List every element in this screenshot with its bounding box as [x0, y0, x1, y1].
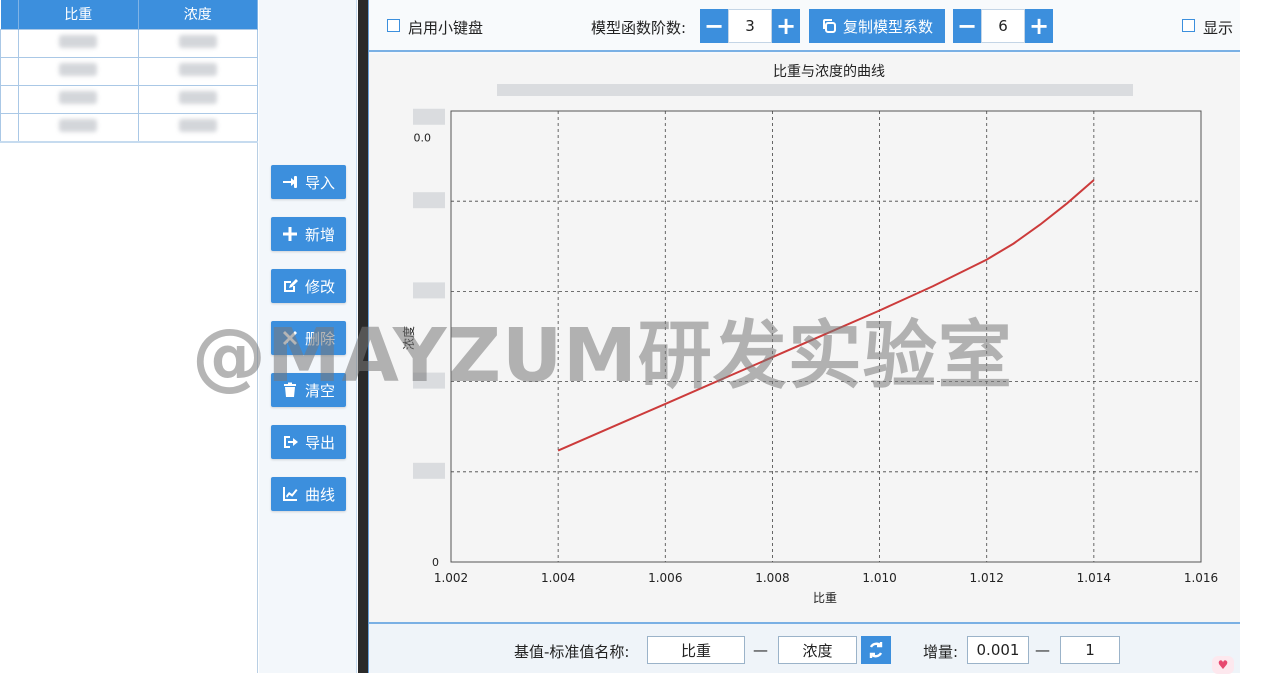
- import-button[interactable]: 导入: [271, 165, 346, 199]
- column-header-specific-gravity[interactable]: 比重: [18, 0, 139, 29]
- plot-area: [450, 110, 1202, 563]
- close-icon: [282, 331, 297, 345]
- dash-separator-2: —: [1035, 641, 1050, 659]
- edit-button[interactable]: 修改: [271, 269, 346, 303]
- table-row[interactable]: [0, 84, 258, 114]
- concentration-chart[interactable]: 比重与浓度的曲线 1.002 1.004 1.006 1.008 1.010 1.012 1…: [369, 54, 1241, 622]
- edit-button-label: 修改: [304, 277, 335, 296]
- model-order-label: 模型函数阶数:: [591, 19, 687, 37]
- clear-button[interactable]: 清空: [271, 373, 346, 407]
- x-axis-ticks: 1.002 1.004 1.006 1.008 1.010 1.012 1.014 1.016: [434, 571, 1218, 585]
- table-row[interactable]: [0, 56, 258, 86]
- trash-icon: [283, 382, 296, 397]
- column-header-concentration[interactable]: 浓度: [138, 0, 258, 29]
- redacted-y-tick: [413, 462, 445, 479]
- x-tick-label: 1.012: [970, 571, 1004, 585]
- redacted-y-tick: [413, 282, 445, 299]
- copy-coefficients-label: 复制模型系数: [842, 17, 933, 36]
- x-tick-label: 1.002: [434, 571, 468, 585]
- precision-decrement-button[interactable]: −: [953, 9, 981, 43]
- redacted-cell: [59, 35, 98, 48]
- import-button-label: 导入: [304, 173, 335, 192]
- swap-button[interactable]: [861, 636, 891, 664]
- redacted-subtitle: [497, 84, 1133, 96]
- curve-button-label: 曲线: [304, 485, 335, 504]
- chart-panel: 启用小键盘 模型函数阶数: − 3 + 复制模型系数 − 6 + 显示 比重与浓…: [368, 0, 1241, 673]
- show-label: 显示: [1203, 19, 1234, 37]
- redacted-cell: [59, 63, 98, 76]
- increment-label: 增量:: [923, 643, 959, 661]
- table-row[interactable]: [0, 28, 258, 58]
- redacted-y-tick: [413, 192, 445, 209]
- add-button[interactable]: 新增: [271, 217, 346, 251]
- line-chart-icon: [282, 487, 298, 501]
- delete-button[interactable]: 删除: [271, 321, 346, 355]
- x-tick-label: 1.008: [755, 571, 789, 585]
- redacted-cell: [178, 91, 217, 104]
- y-axis-label: 浓度: [401, 326, 416, 350]
- export-icon: [283, 436, 298, 448]
- action-button-column: 导入 新增 修改 删除 清空 导出 曲线: [259, 0, 357, 673]
- standard-name-label: 基值-标准值名称:: [514, 643, 630, 661]
- import-icon: [282, 176, 297, 188]
- precision-value-field[interactable]: 6: [981, 9, 1025, 43]
- add-button-label: 新增: [304, 225, 335, 244]
- x-tick-label: 1.006: [648, 571, 682, 585]
- precision-increment-button[interactable]: +: [1025, 9, 1053, 43]
- chart-title: 比重与浓度的曲线: [773, 64, 885, 80]
- redacted-y-tick: [413, 108, 445, 125]
- base-name-field[interactable]: 比重: [647, 636, 745, 664]
- row-header-corner: [0, 0, 19, 29]
- y-tick-label: 0: [432, 556, 439, 569]
- x-axis-label: 比重: [813, 591, 837, 605]
- chart-area: 比重与浓度的曲线 1.002 1.004 1.006 1.008 1.010 1.012 1…: [369, 54, 1241, 622]
- plus-icon: [282, 227, 297, 241]
- order-value-field[interactable]: 3: [728, 9, 772, 43]
- dash-separator: —: [753, 641, 768, 659]
- export-button-label: 导出: [304, 433, 335, 452]
- x-tick-label: 1.014: [1077, 571, 1111, 585]
- panel-splitter[interactable]: [358, 0, 368, 673]
- redacted-y-tick: [413, 372, 445, 389]
- order-increment-button[interactable]: +: [772, 9, 800, 43]
- clear-button-label: 清空: [304, 381, 335, 400]
- increment-field-2[interactable]: 1: [1060, 636, 1120, 664]
- heart-icon: ♥: [1212, 656, 1234, 674]
- redacted-cell: [178, 35, 217, 48]
- y-axis-ticks: 00.0: [413, 108, 445, 569]
- y-tick-label: 0.0: [414, 132, 432, 145]
- export-button[interactable]: 导出: [271, 425, 346, 459]
- copy-coefficients-button[interactable]: 复制模型系数: [809, 9, 945, 43]
- edit-icon: [283, 279, 298, 292]
- window-edge: [1240, 0, 1280, 673]
- keypad-checkbox[interactable]: [387, 19, 400, 32]
- keypad-label: 启用小键盘: [408, 19, 484, 37]
- show-checkbox[interactable]: [1182, 19, 1195, 32]
- order-decrement-button[interactable]: −: [700, 9, 728, 43]
- table-row[interactable]: [0, 112, 258, 142]
- redacted-cell: [178, 63, 217, 76]
- table-divider: [0, 141, 258, 143]
- chart-toolbar: 启用小键盘 模型函数阶数: − 3 + 复制模型系数 − 6 + 显示: [369, 0, 1241, 52]
- delete-button-label: 删除: [304, 329, 335, 348]
- redacted-cell: [178, 119, 217, 132]
- curve-button[interactable]: 曲线: [271, 477, 346, 511]
- data-table: 比重 浓度: [0, 0, 258, 142]
- refresh-icon: [869, 642, 883, 658]
- increment-field[interactable]: 0.001: [967, 636, 1029, 664]
- redacted-cell: [59, 91, 98, 104]
- bottom-settings-bar: 基值-标准值名称: 比重 — 浓度 增量: 0.001 — 1: [369, 622, 1241, 673]
- copy-icon: [822, 19, 836, 33]
- standard-name-field[interactable]: 浓度: [778, 636, 857, 664]
- x-tick-label: 1.010: [862, 571, 896, 585]
- x-tick-label: 1.004: [541, 571, 575, 585]
- data-table-panel: 比重 浓度: [0, 0, 258, 673]
- redacted-cell: [59, 119, 98, 132]
- x-tick-label: 1.016: [1184, 571, 1218, 585]
